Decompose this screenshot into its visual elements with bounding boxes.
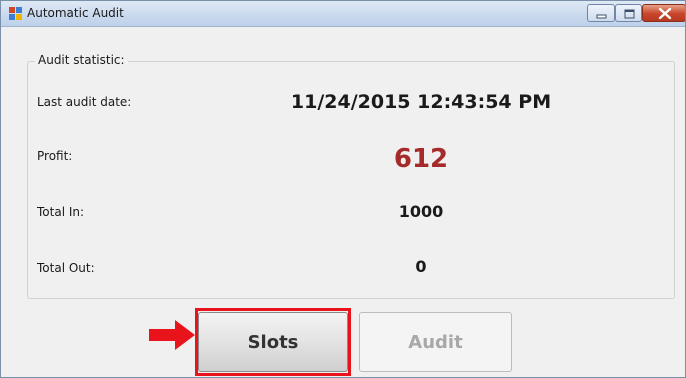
red-arrow-icon: [149, 320, 195, 350]
close-icon: [658, 7, 672, 20]
automatic-audit-window: Automatic Audit Audit statistic: Last au…: [0, 0, 686, 378]
audit-statistic-title: Audit statistic:: [35, 53, 128, 67]
profit-label: Profit:: [37, 149, 73, 163]
total-in-value: 1000: [398, 202, 444, 221]
last-audit-date-value: 11/24/2015 12:43:54 PM: [290, 91, 552, 113]
maximize-button[interactable]: [615, 4, 642, 22]
total-out-label: Total Out:: [37, 261, 95, 275]
total-out-value: 0: [415, 257, 427, 276]
title-bar[interactable]: Automatic Audit: [1, 1, 685, 27]
audit-button[interactable]: Audit: [359, 312, 512, 372]
last-audit-date-label: Last audit date:: [37, 95, 132, 109]
minimize-button[interactable]: [587, 4, 615, 22]
window-title: Automatic Audit: [27, 6, 124, 20]
highlight-box: [195, 308, 351, 376]
app-icon: [9, 7, 22, 20]
total-in-label: Total In:: [37, 205, 85, 219]
minimize-icon: [596, 14, 607, 19]
close-button[interactable]: [642, 4, 685, 22]
maximize-icon: [624, 9, 635, 19]
profit-value: 612: [393, 144, 449, 174]
